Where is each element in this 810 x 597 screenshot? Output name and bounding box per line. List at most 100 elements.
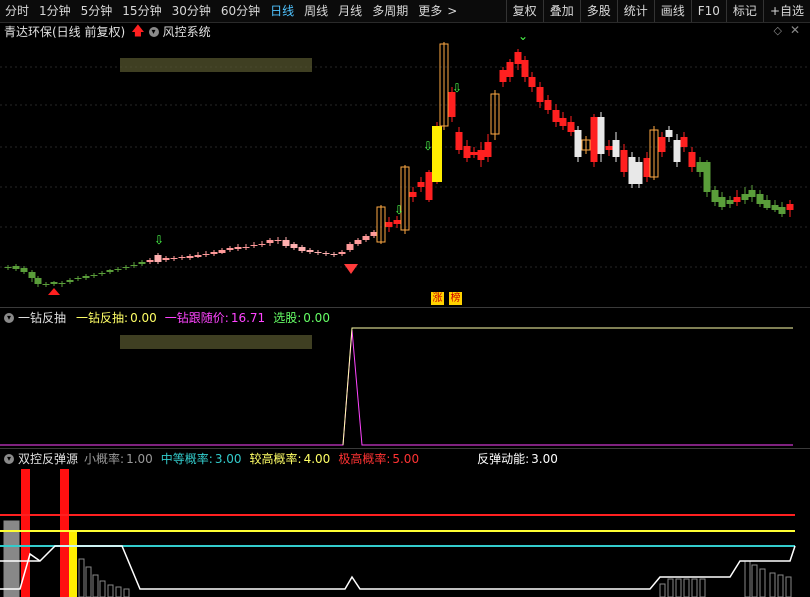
chevron-right-icon[interactable]: > [447,0,462,22]
period-tab-4[interactable]: 30分钟 [167,0,216,22]
candle-body-2 [20,268,28,272]
candle-body-81 [635,162,643,184]
candle-body-59 [470,152,478,155]
candle-body-34 [274,240,282,241]
candle-body-14 [114,269,122,270]
candle-body-84 [658,137,666,152]
candle-body-77 [605,146,613,150]
period-tab-1[interactable]: 1分钟 [34,0,76,22]
candle-body-11 [90,275,98,276]
candle-body-12 [98,273,106,274]
candle-body-40 [322,253,330,254]
candle-body-45 [362,236,370,240]
candle-body-89 [696,162,704,172]
candle-body-87 [680,137,688,147]
period-tab-10[interactable]: 更多 [413,0,447,22]
period-tabs: 分时 1分钟 5分钟 15分钟 30分钟 60分钟 日线 周线 月线 多周期 更多 > [0,0,462,22]
indicator-chart-panel3[interactable] [0,449,810,597]
candle-body-69 [544,100,552,110]
period-tab-0[interactable]: 分时 [0,0,34,22]
candle-body-3 [28,272,36,278]
candle-body-33 [266,240,274,243]
candle-body-66 [521,60,529,77]
period-tab-3[interactable]: 15分钟 [117,0,166,22]
green-down-arrow-icon: ⇩ [394,203,404,217]
candle-body-61 [484,142,492,157]
toolbar-button-0[interactable]: 复权 [505,0,543,22]
period-tab-7[interactable]: 周线 [299,0,333,22]
candle-body-85 [665,130,673,137]
candle-body-58 [463,146,471,158]
histogram-bar-8 [115,586,122,597]
histogram-bar-18 [759,568,766,597]
histogram-bar-5 [92,574,99,597]
period-tab-2[interactable]: 5分钟 [76,0,118,22]
period-tab-6[interactable]: 日线 [265,0,299,22]
candle-body-67 [528,77,536,87]
toolbar-button-2[interactable]: 多股 [579,0,617,22]
period-tab-9[interactable]: 多周期 [367,0,413,22]
histogram-bar-7 [107,584,114,597]
candle-body-90 [703,162,711,192]
candle-body-32 [258,244,266,245]
indicator-chart-panel2[interactable] [0,308,810,448]
candle-body-94 [733,197,741,202]
toolbar-button-5[interactable]: F10 [690,0,726,22]
histogram-bar-12 [675,578,682,597]
period-toolbar: 分时 1分钟 5分钟 15分钟 30分钟 60分钟 日线 周线 月线 多周期 更多 > 复权 叠加 多股统… [0,0,810,23]
histogram-bar-21 [785,576,792,597]
candle-body-20 [162,258,170,260]
blurred-watermark [120,335,312,349]
candle-body-93 [726,200,734,204]
candle-body-43 [346,244,354,250]
toolbar-button-1[interactable]: 叠加 [542,0,580,22]
candle-body-29 [234,247,242,249]
high-prob-bar [21,469,30,597]
candle-body-76 [597,117,605,154]
histogram-bar-17 [751,564,758,597]
candle-body-91 [711,190,719,202]
toolbar-button-4[interactable]: 画线 [653,0,691,22]
badge-zhang: 涨 [431,292,444,305]
candle-body-71 [559,118,567,126]
candle-body-1 [12,266,20,269]
candle-body-46 [370,232,378,236]
histogram-bar-6 [99,580,106,597]
candle-body-75 [590,117,598,162]
candle-body-98 [763,200,771,208]
candle-body-96 [748,190,756,197]
histogram-bar-20 [777,574,784,597]
histogram-bar-4 [85,566,92,597]
histogram-bar-3 [78,558,85,597]
candle-body-31 [250,245,258,246]
candle-body-44 [354,240,362,244]
candle-body-23 [186,256,194,258]
histogram-bar-14 [691,578,698,597]
histogram-bar-11 [667,578,674,597]
candle-body-63 [499,70,507,82]
candle-body-0 [4,267,12,268]
candle-body-86 [673,140,681,162]
toolbar-button-6[interactable]: 标记 [725,0,763,22]
candle-body-28 [226,248,234,250]
histogram-bar-16 [744,560,751,597]
histogram-bar-0 [3,520,10,597]
histogram-bar-1 [8,520,15,597]
period-tab-8[interactable]: 月线 [333,0,367,22]
candle-body-101 [786,204,794,210]
candle-body-17 [138,262,146,264]
candle-body-15 [122,267,130,268]
toolbar-button-7[interactable]: +自选 [762,0,810,22]
toolbar-button-3[interactable]: 统计 [616,0,654,22]
candle-body-24 [194,255,202,257]
candle-body-82 [643,158,651,177]
candlestick-chart[interactable]: ⇩ ⇩ ⇩ ⇩ ⌄ [0,22,810,307]
histogram-bar-15 [699,578,706,597]
candle-body-48 [385,222,393,227]
candle-body-60 [477,150,485,160]
badge-bang: 榜 [449,292,462,305]
red-diamond-icon [344,264,358,274]
period-tab-5[interactable]: 60分钟 [216,0,265,22]
candle-body-36 [290,244,298,248]
candle-body-51 [409,192,417,197]
